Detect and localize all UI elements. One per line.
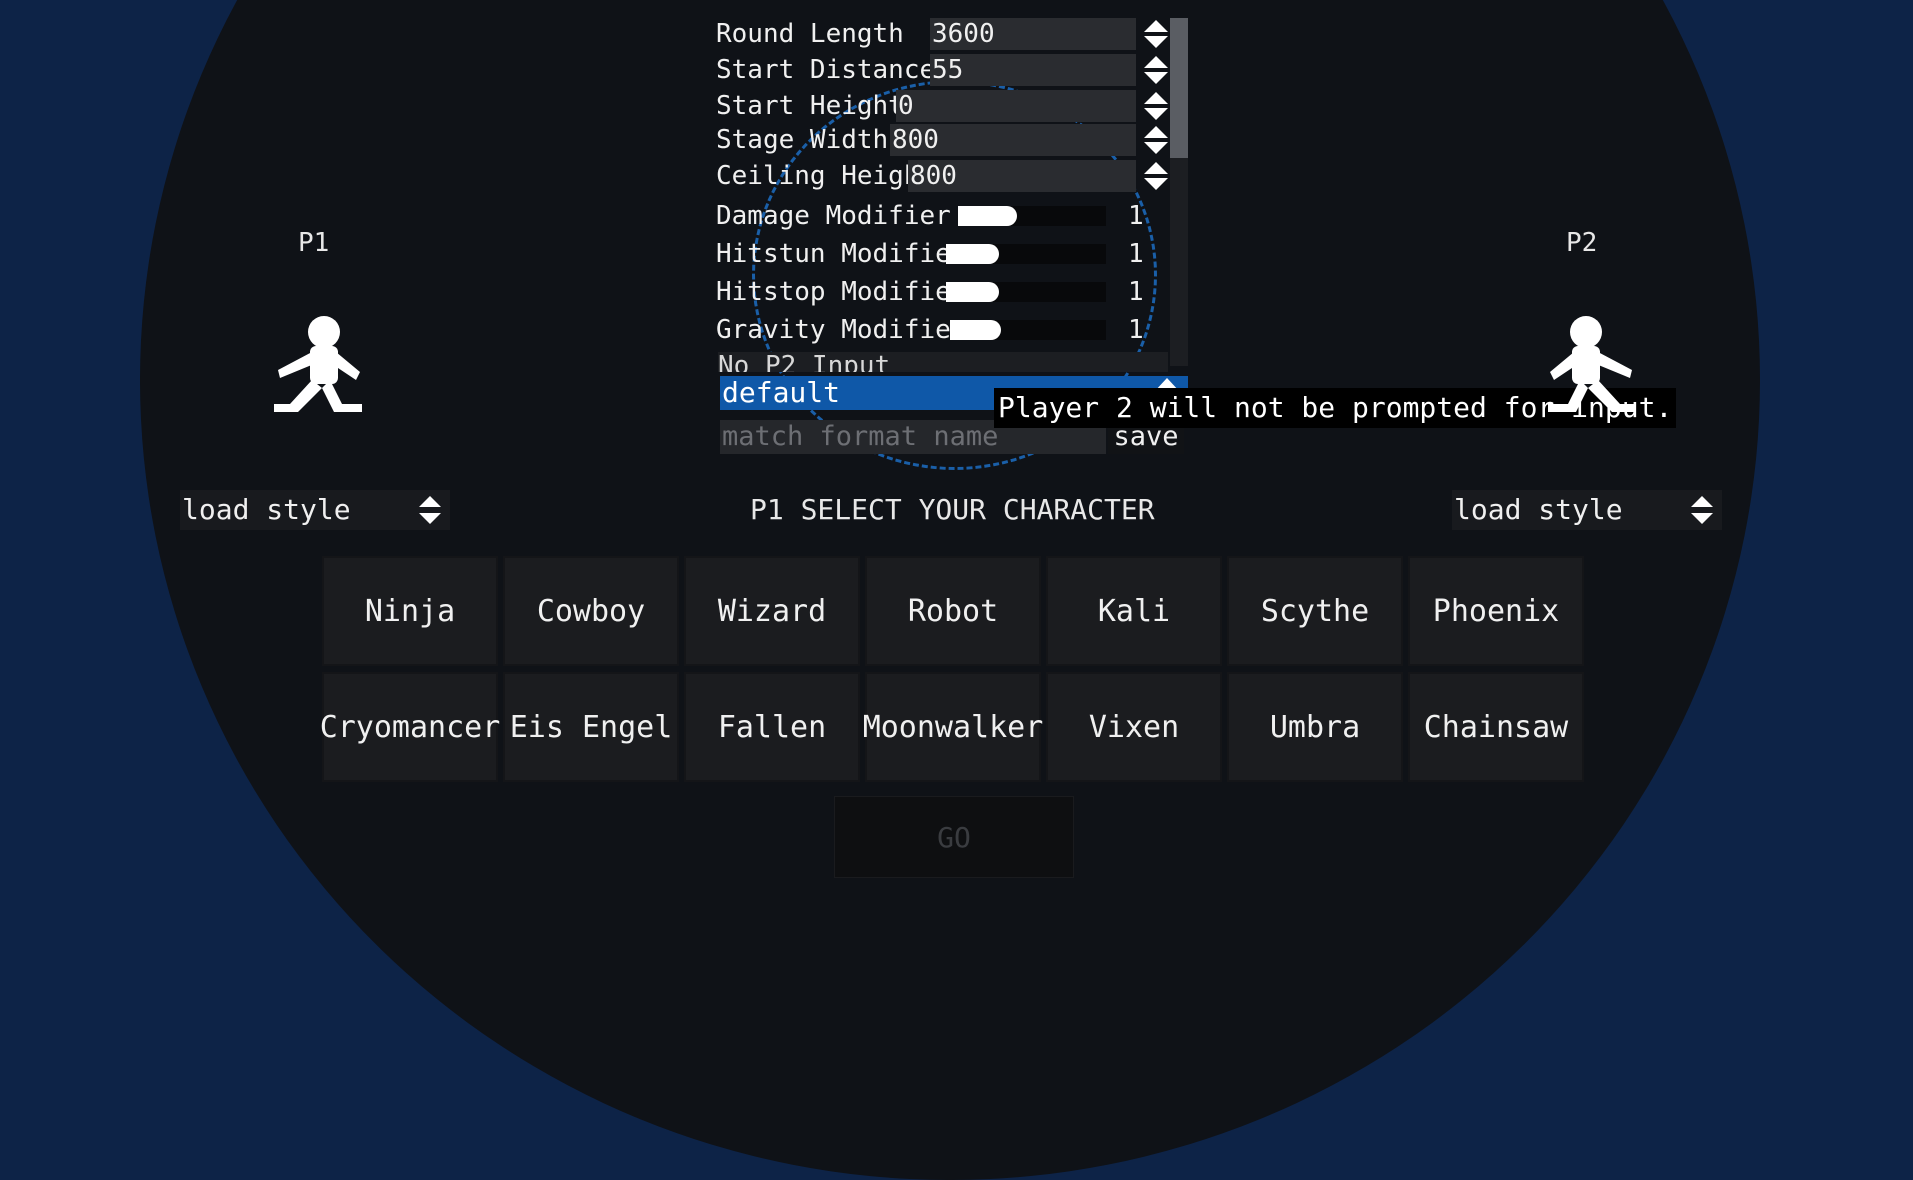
round-length-spinner-icon[interactable] <box>1140 18 1172 50</box>
hitstop-modifier-slider[interactable] <box>946 282 1106 302</box>
p1-load-style-spinner-icon <box>419 496 441 524</box>
p2-load-style-select[interactable]: load style <box>1452 490 1722 530</box>
p1-load-style-label: load style <box>182 493 351 526</box>
character-button[interactable]: Fallen <box>684 672 860 782</box>
hitstun-modifier-slider[interactable] <box>946 244 1106 264</box>
gravity-modifier-value: 1 <box>1128 315 1144 345</box>
go-button[interactable]: GO <box>834 796 1074 878</box>
gravity-modifier-label: Gravity Modifier <box>716 315 967 345</box>
hitstun-modifier-value: 1 <box>1128 239 1144 269</box>
damage-modifier-value: 1 <box>1128 201 1144 231</box>
match-format-selected: default <box>722 376 841 409</box>
start-distance-label: Start Distance <box>716 55 936 85</box>
start-height-spinner-icon[interactable] <box>1140 90 1172 122</box>
stage-width-input[interactable]: 800 <box>890 124 1136 156</box>
p1-load-style-select[interactable]: load style <box>180 490 450 530</box>
p2-character-icon <box>1548 316 1636 412</box>
start-distance-input[interactable]: 55 <box>930 54 1136 86</box>
round-length-input[interactable]: 3600 <box>930 18 1136 50</box>
character-button[interactable]: Umbra <box>1227 672 1403 782</box>
p2-label: P2 <box>1566 228 1598 258</box>
settings-scrollbar-thumb[interactable] <box>1170 18 1188 158</box>
gravity-modifier-fill <box>950 320 1002 340</box>
ceiling-height-label: Ceiling Height <box>716 161 936 191</box>
character-button[interactable]: Moonwalker <box>863 672 1043 782</box>
hitstun-modifier-fill <box>946 244 999 264</box>
start-height-input[interactable]: 0 <box>896 90 1136 122</box>
character-button[interactable]: Eis Engel <box>503 672 679 782</box>
character-button[interactable]: Phoenix <box>1408 556 1584 666</box>
character-button[interactable]: Chainsaw <box>1408 672 1584 782</box>
character-button[interactable]: Vixen <box>1046 672 1222 782</box>
hitstun-modifier-label: Hitstun Modifier <box>716 239 967 269</box>
character-button[interactable]: Robot <box>865 556 1041 666</box>
start-distance-spinner-icon[interactable] <box>1140 54 1172 86</box>
ceiling-height-input[interactable]: 800 <box>908 160 1136 192</box>
start-height-label: Start Height <box>716 91 904 121</box>
character-button[interactable]: Wizard <box>684 556 860 666</box>
hitstop-modifier-label: Hitstop Modifier <box>716 277 967 307</box>
p1-label: P1 <box>298 228 330 258</box>
character-button[interactable]: Cryomancer <box>320 672 500 782</box>
hitstop-modifier-fill <box>946 282 999 302</box>
hitstop-modifier-value: 1 <box>1128 277 1144 307</box>
p2-load-style-spinner-icon <box>1691 496 1713 524</box>
p1-character-icon <box>274 316 362 412</box>
stage-width-spinner-icon[interactable] <box>1140 124 1172 156</box>
character-button[interactable]: Ninja <box>322 556 498 666</box>
select-character-prompt: P1 SELECT YOUR CHARACTER <box>750 493 1155 526</box>
damage-modifier-label: Damage Modifier <box>716 201 951 231</box>
stage-width-label: Stage Width <box>716 125 889 155</box>
round-length-label: Round Length <box>716 19 904 49</box>
no-p2-input-row[interactable]: No P2 Input <box>718 352 1168 372</box>
character-button[interactable]: Kali <box>1046 556 1222 666</box>
gravity-modifier-slider[interactable] <box>950 320 1106 340</box>
character-button[interactable]: Cowboy <box>503 556 679 666</box>
damage-modifier-fill <box>958 206 1018 226</box>
no-p2-input-label: No P2 Input <box>718 352 891 372</box>
character-button[interactable]: Scythe <box>1227 556 1403 666</box>
settings-scrollbar[interactable] <box>1170 18 1188 366</box>
damage-modifier-slider[interactable] <box>958 206 1106 226</box>
ceiling-height-spinner-icon[interactable] <box>1140 160 1172 192</box>
p2-load-style-label: load style <box>1454 493 1623 526</box>
